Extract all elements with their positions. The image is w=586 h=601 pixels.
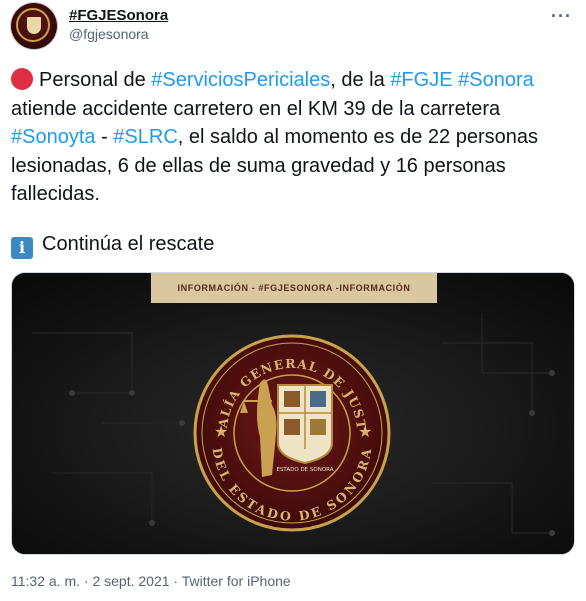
hashtag-link[interactable]: #Sonora [458,69,534,91]
info-icon: i [11,237,33,259]
tweet-card: #FGJESonora @fgjesonora ··· Personal de … [0,0,586,601]
continua-text: Continúa el rescate [42,233,215,255]
display-name[interactable]: #FGJESonora [69,7,168,24]
more-options-icon[interactable]: ··· [551,6,572,27]
tweet-time[interactable]: 11:32 a. m. [11,573,80,589]
tweet-text-segment: Personal de [39,69,152,91]
red-circle-icon [11,68,33,90]
hashtag-link[interactable]: #Sonoyta [11,126,96,148]
seal-inner-text: ESTADO DE SONORA [276,467,333,473]
tweet-text: Personal de #ServiciosPericiales, de la … [11,66,577,209]
tweet-date[interactable]: 2 sept. 2021 [92,573,169,589]
hashtag-link[interactable]: #SLRC [113,126,177,148]
avatar[interactable] [11,3,57,49]
svg-text:★: ★ [214,422,228,441]
tweet-text-line2: i Continúa el rescate [11,230,214,259]
svg-text:★: ★ [358,422,372,441]
tweet-body: Personal de #ServiciosPericiales, de la … [11,69,538,205]
media-banner: INFORMACIÓN - #FGJESONORA -INFORMACIÓN [151,273,437,303]
hashtag-link[interactable]: #ServiciosPericiales [151,69,330,91]
tweet-text-segment: atiende accidente carretero en el KM 39 … [11,97,501,120]
tweet-text-segment: , de la [330,69,391,91]
hashtag-link[interactable]: #FGJE [390,69,452,91]
tweet-media-image[interactable]: FISCALÍA GENERAL DE JUSTICIA DEL ESTADO … [11,272,575,555]
tweet-source[interactable]: Twitter for iPhone [182,573,291,589]
tweet-footer: 11:32 a. m. · 2 sept. 2021 · Twitter for… [11,573,291,589]
footer-separator-2: · [169,573,182,589]
media-graphic: FISCALÍA GENERAL DE JUSTICIA DEL ESTADO … [12,273,574,554]
avatar-shield-icon [27,17,41,34]
footer-separator: · [80,573,93,589]
handle[interactable]: @fgjesonora [69,26,149,42]
tweet-text-segment: - [95,126,114,148]
